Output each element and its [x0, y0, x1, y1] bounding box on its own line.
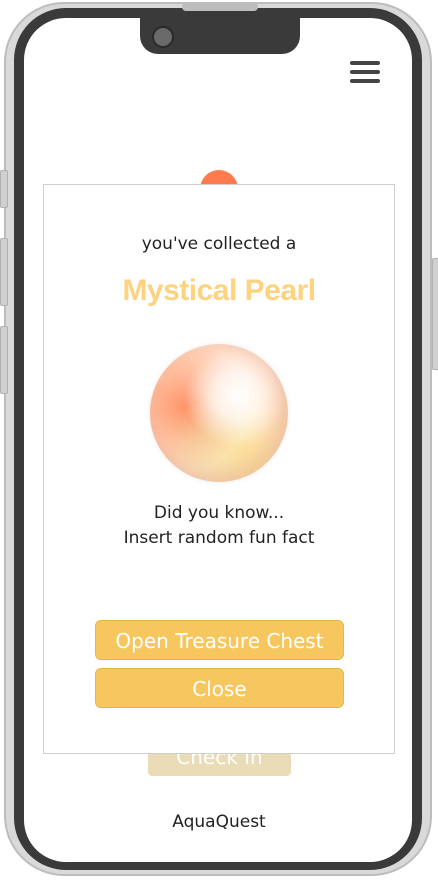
- phone-side-button: [432, 258, 438, 370]
- fun-fact-heading: Did you know...: [153, 503, 285, 523]
- close-button[interactable]: Close: [95, 668, 344, 708]
- fun-fact-text: Insert random fun fact: [123, 528, 315, 548]
- hamburger-menu-icon[interactable]: [350, 60, 380, 86]
- collected-item-modal: you've collected a Mystical Pearl Did yo…: [43, 184, 395, 754]
- open-treasure-chest-button[interactable]: Open Treasure Chest: [95, 620, 344, 660]
- phone-side-button: [0, 326, 8, 394]
- speaker-grille: [182, 3, 258, 11]
- item-title: Mystical Pearl: [122, 274, 316, 307]
- modal-subtitle: you've collected a: [141, 234, 297, 254]
- camera-icon: [152, 26, 174, 48]
- phone-side-button: [0, 238, 8, 306]
- phone-side-button: [0, 170, 8, 208]
- app-name: AquaQuest: [172, 812, 266, 832]
- pearl-icon: [150, 344, 288, 482]
